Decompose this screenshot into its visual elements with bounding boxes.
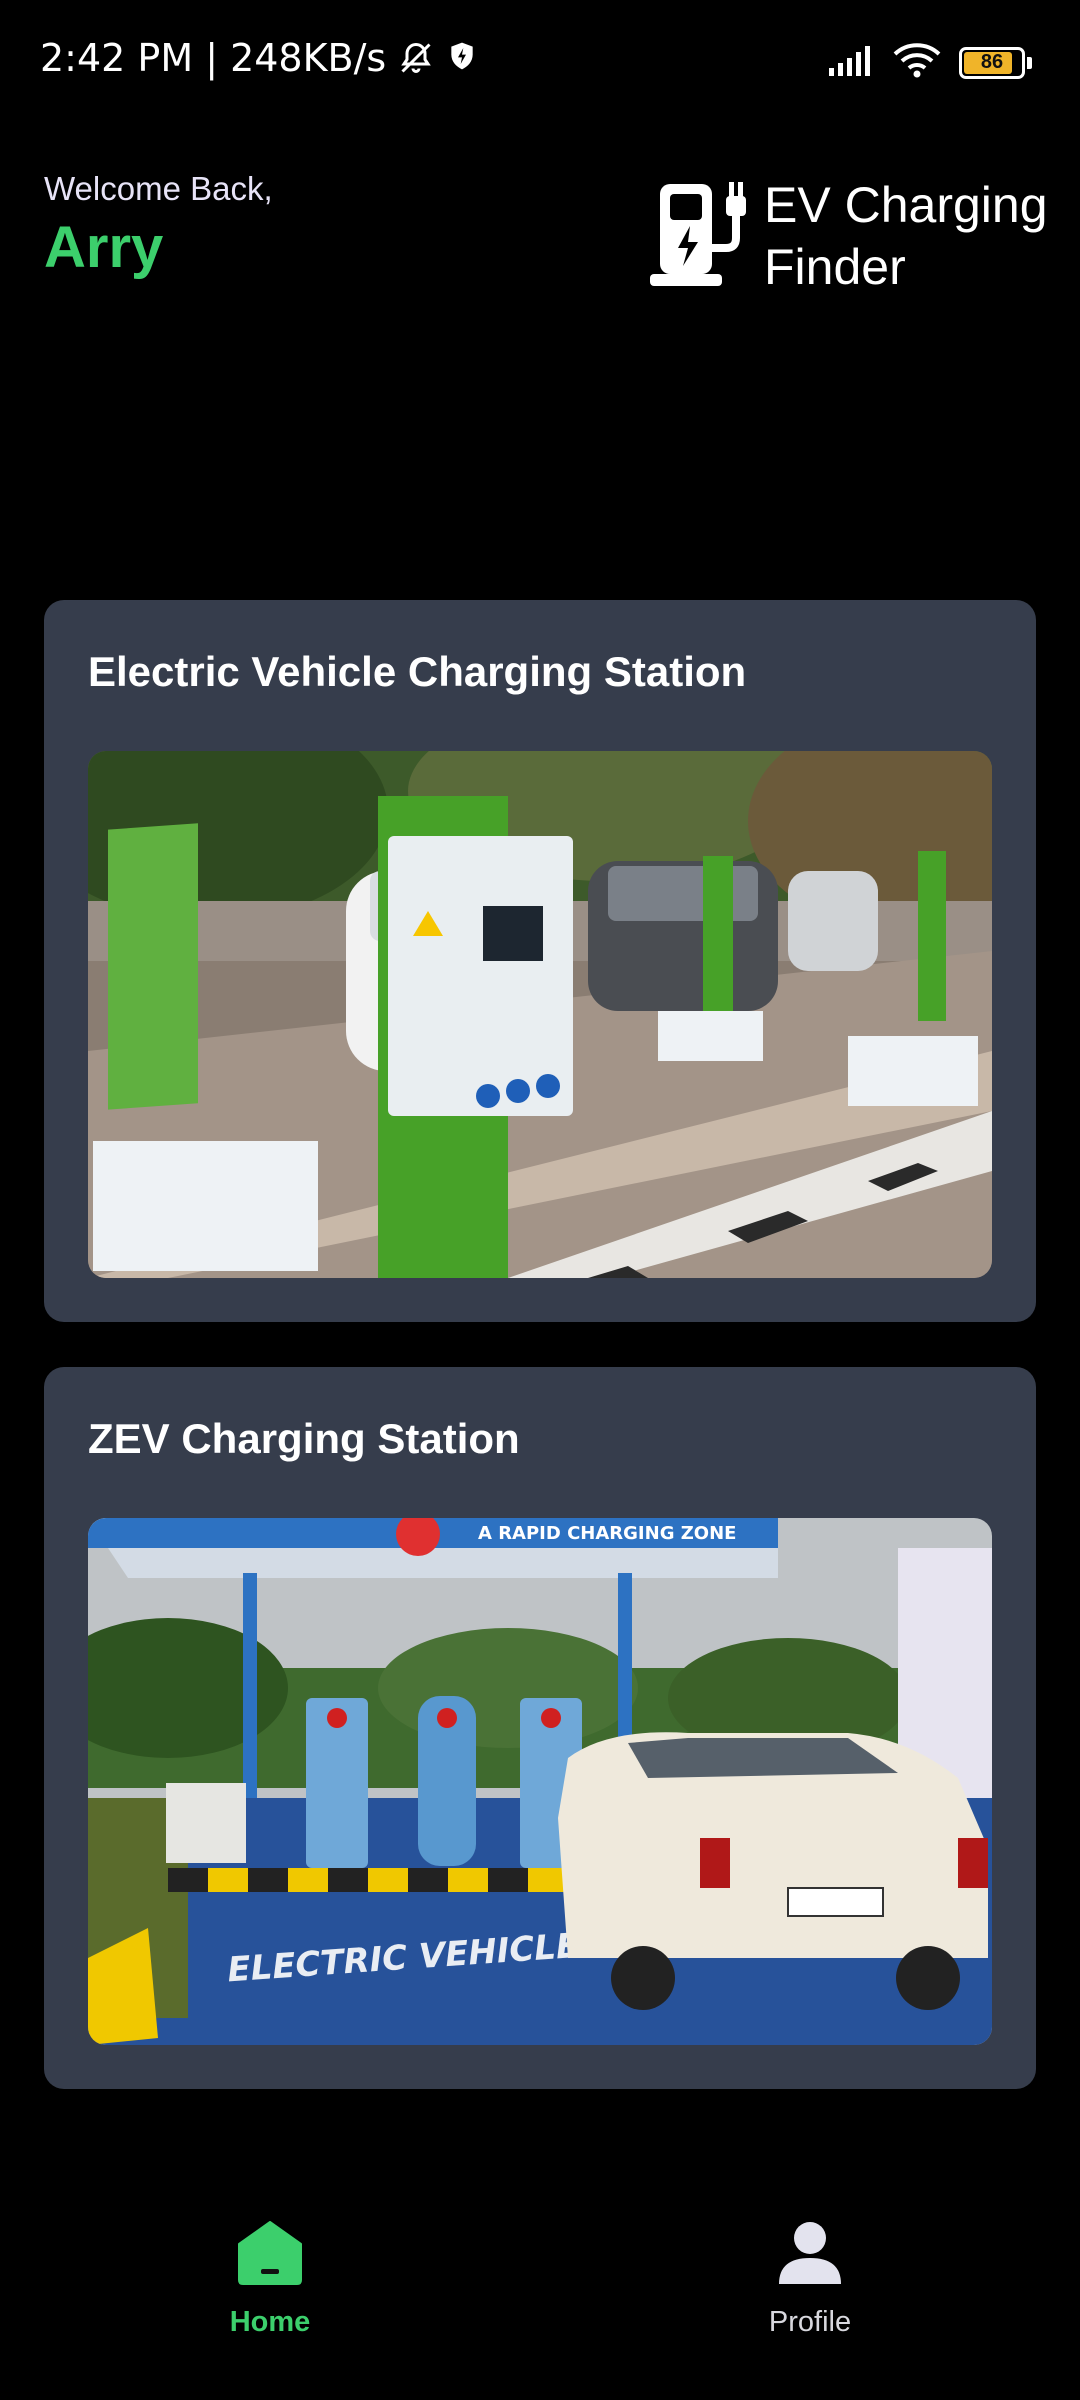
signal-icon (827, 44, 875, 81)
station-card-ev[interactable]: Electric Vehicle Charging Station (44, 600, 1036, 1322)
user-name: Arry (44, 215, 164, 280)
status-time-speed: 2:42 PM | 248KB/s (40, 36, 387, 80)
welcome-text: Welcome Back, (44, 170, 273, 207)
ev-charging-station-photo (88, 751, 992, 1278)
battery-level: 86 (980, 51, 1004, 73)
nav-profile[interactable]: Profile (700, 2218, 920, 2339)
brand-line-1: EV Charging (764, 177, 1048, 233)
brand-line-2: Finder (764, 239, 906, 295)
status-bar: 2:42 PM | 248KB/s 86 (0, 0, 1080, 120)
bottom-nav: Home Profile (0, 2180, 1080, 2400)
image-sign-text: A RAPID CHARGING ZONE (478, 1523, 736, 1544)
profile-icon (775, 2218, 845, 2288)
zev-charging-station-photo: A RAPID CHARGING ZONE ELECTRIC VEHICLE O… (88, 1518, 992, 2045)
status-left: 2:42 PM | 248KB/s (40, 36, 482, 80)
station-card-zev[interactable]: ZEV Charging Station A RAPID CHARGING ZO… (44, 1367, 1036, 2089)
nav-home[interactable]: Home (160, 2218, 380, 2339)
home-icon (235, 2218, 305, 2288)
app-brand: EV Charging Finder (650, 177, 1048, 298)
battery-icon: 86 (959, 46, 1032, 79)
shield-bolt-icon (446, 40, 482, 76)
mute-bell-icon (398, 40, 434, 76)
wifi-icon (893, 42, 941, 83)
station-card-title: ZEV Charging Station (88, 1415, 520, 1462)
status-right: 86 (827, 42, 1032, 83)
station-card-title: Electric Vehicle Charging Station (88, 648, 747, 695)
ev-charger-icon (650, 178, 760, 290)
nav-profile-label: Profile (768, 2306, 852, 2338)
nav-home-label: Home (229, 2306, 311, 2338)
